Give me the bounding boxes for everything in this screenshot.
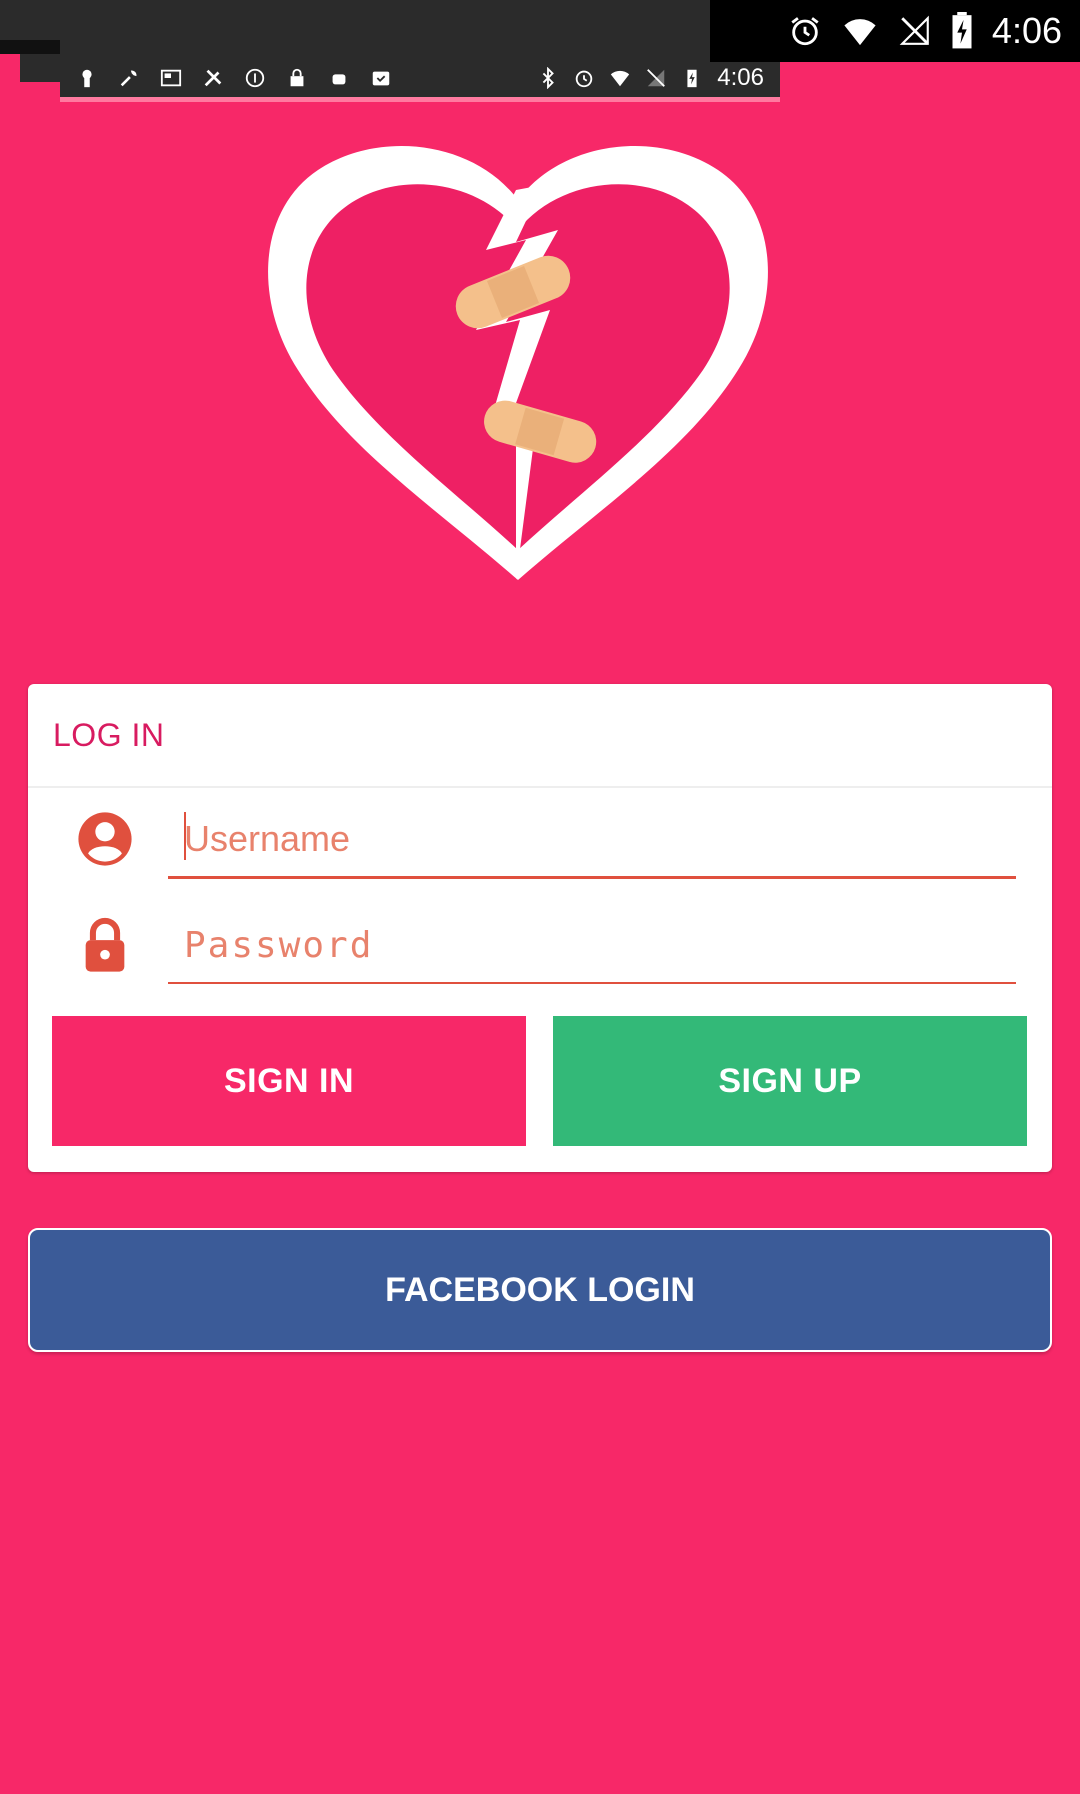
keyhole-icon xyxy=(82,69,92,87)
info-icon xyxy=(245,68,265,87)
alarm-icon xyxy=(576,70,593,87)
news-icon xyxy=(160,69,182,86)
lock-icon xyxy=(290,68,304,86)
android-icon xyxy=(332,73,346,84)
status-time: 4:06 xyxy=(991,10,1062,51)
username-field[interactable] xyxy=(168,802,1016,879)
tools-icon xyxy=(204,69,222,86)
alarm-icon xyxy=(791,17,819,46)
password-field[interactable] xyxy=(168,908,1016,984)
login-card-header: LOG IN xyxy=(28,684,1052,788)
wrench-icon xyxy=(120,70,137,86)
sign-up-button[interactable]: SIGN UP xyxy=(553,1016,1027,1146)
bluetooth-icon xyxy=(543,66,555,89)
status-bar-artifact xyxy=(0,40,60,54)
wifi-icon xyxy=(611,70,630,86)
lock-icon xyxy=(85,917,125,972)
facebook-login-button[interactable]: FACEBOOK LOGIN xyxy=(28,1228,1052,1352)
battery-charging-icon xyxy=(687,69,697,87)
no-signal-icon xyxy=(647,68,666,87)
no-signal-icon xyxy=(899,15,929,45)
broken-heart-logo xyxy=(268,146,768,580)
login-title: LOG IN xyxy=(53,716,165,753)
username-input[interactable] xyxy=(168,817,1016,861)
sign-in-button[interactable]: SIGN IN xyxy=(52,1016,526,1146)
password-input[interactable] xyxy=(168,923,1016,967)
status-bar-secondary: 4:06 xyxy=(60,58,780,102)
battery-charging-icon xyxy=(952,12,972,49)
status-bar: 4:06 xyxy=(710,0,1080,62)
password-row xyxy=(28,904,1052,994)
login-card: LOG IN SIGN IN SIGN UP xyxy=(28,684,1052,1172)
status-time-secondary: 4:06 xyxy=(717,63,764,91)
wifi-icon xyxy=(844,19,876,46)
username-row xyxy=(28,798,1052,888)
text-cursor xyxy=(184,812,186,860)
account-circle-icon xyxy=(78,812,132,866)
inbox-check-icon xyxy=(372,71,390,85)
